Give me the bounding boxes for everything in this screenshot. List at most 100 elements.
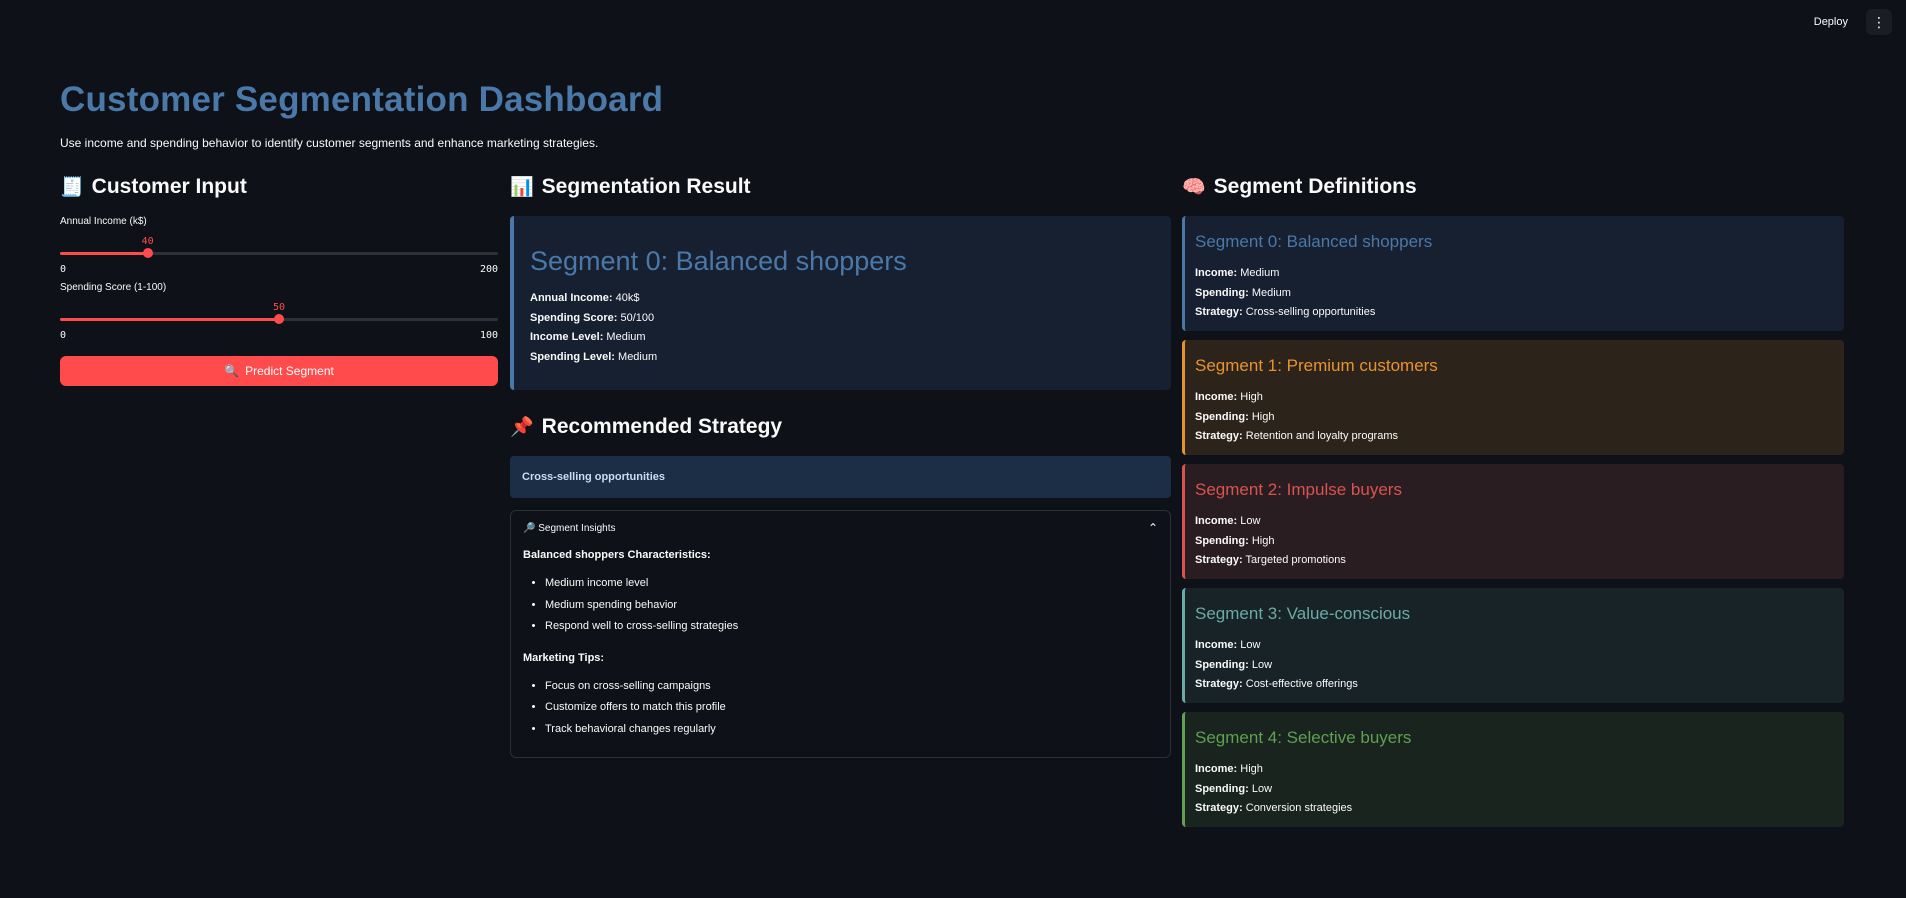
spending-score-slider-thumb[interactable] [274,314,284,324]
spending-key: Spending: [1195,286,1249,299]
segment-card-0: Segment 0: Balanced shoppers Income: Med… [1182,216,1844,331]
strategy-val: Cost-effective offerings [1245,678,1358,690]
page-title: Customer Segmentation Dashboard [60,80,664,119]
segment-card-title: Segment 4: Selective buyers [1195,728,1412,747]
strategy-val: Conversion strategies [1245,802,1353,814]
segment-strategy-row: Strategy: Retention and loyalty programs [1195,427,1844,447]
segment-insights-expander: 🔎 Segment Insights ⌃ Balanced shoppers C… [510,510,1171,758]
top-toolbar: Deploy ⋮ [1806,0,1906,44]
segment-income-row: Income: Medium [1195,264,1844,284]
list-item: Track behavioral changes regularly [545,719,1158,741]
segment-strategy-row: Strategy: Conversion strategies [1195,799,1844,819]
segment-definitions-heading-text: Segment Definitions [1213,175,1417,198]
spending-score-val: 50/100 [620,311,655,324]
segment-income-row: Income: Low [1195,636,1844,656]
segment-card-2: Segment 2: Impulse buyers Income: Low Sp… [1182,464,1844,579]
characteristics-list: Medium income level Medium spending beha… [523,573,1158,638]
customer-input-column: 🧾 Customer Input Annual Income (k$) 40 0… [60,172,498,386]
income-val: Low [1240,515,1261,527]
spending-level-val: Medium [618,350,658,363]
strategy-key: Strategy: [1195,678,1243,690]
strategy-key: Strategy: [1195,306,1243,318]
deploy-button[interactable]: Deploy [1806,10,1856,34]
income-val: High [1240,763,1263,775]
income-val: Medium [1240,267,1280,279]
segment-result-card: Segment 0: Balanced shoppers Annual Inco… [510,216,1171,390]
spending-key: Spending: [1195,534,1249,547]
strategy-key: Strategy: [1195,554,1243,566]
spending-score-row: Spending Score: 50/100 [530,309,1155,329]
spending-score-slider[interactable]: 50 0 100 [60,296,498,344]
annual-income-value: 40 [141,236,154,247]
recommended-strategy-heading: 📌 Recommended Strategy [510,412,1171,442]
segment-spending-row: Spending: Medium [1195,284,1844,304]
segment-card-1: Segment 1: Premium customers Income: Hig… [1182,340,1844,455]
page-subtitle: Use income and spending behavior to iden… [60,136,599,150]
segmentation-result-column: 📊 Segmentation Result Segment 0: Balance… [510,172,1171,758]
segment-spending-row: Spending: Low [1195,656,1844,676]
segment-strategy-row: Strategy: Targeted promotions [1195,551,1844,571]
income-level-val: Medium [606,331,646,343]
slider-fill [60,318,279,321]
segment-insights-toggle[interactable]: 🔎 Segment Insights ⌃ [523,511,1158,545]
spending-key: Spending: [1195,782,1249,795]
annual-income-slider-block: Annual Income (k$) 40 0 200 [60,216,498,278]
spending-score-max: 100 [479,330,498,341]
income-key: Income: [1195,391,1238,403]
income-level-row: Income Level: Medium [530,328,1155,348]
strategy-key: Strategy: [1195,430,1243,442]
segment-income-row: Income: High [1195,388,1844,408]
annual-income-label: Annual Income (k$) [60,216,147,227]
income-val: Low [1240,639,1261,651]
predict-segment-button[interactable]: 🔍 Predict Segment [60,356,498,386]
segment-definitions-heading: 🧠 Segment Definitions [1182,172,1844,202]
segment-card-title: Segment 1: Premium customers [1195,356,1438,375]
spending-key: Spending: [1195,658,1249,671]
spending-level-key: Spending Level: [530,350,615,363]
strategy-val: Cross-selling opportunities [1245,306,1376,318]
spending-val: Medium [1251,286,1291,299]
income-key: Income: [1195,515,1238,527]
segment-card-3: Segment 3: Value-conscious Income: Low S… [1182,588,1844,703]
list-item: Medium income level [545,573,1158,595]
receipt-icon: 🧾 [60,177,84,198]
strategy-val: Targeted promotions [1245,554,1346,566]
segmentation-result-heading: 📊 Segmentation Result [510,172,1171,202]
marketing-tips-title: Marketing Tips: [523,651,605,664]
recommended-strategy-box: Cross-selling opportunities [510,456,1171,498]
marketing-tips-list: Focus on cross-selling campaigns Customi… [523,676,1158,741]
segment-insights-label: Segment Insights [538,522,616,534]
segment-definitions-column: 🧠 Segment Definitions Segment 0: Balance… [1182,172,1844,836]
annual-income-max: 200 [479,264,498,275]
spending-score-value: 50 [272,302,286,313]
segment-card-title: Segment 2: Impulse buyers [1195,480,1402,499]
strategy-val: Retention and loyalty programs [1245,430,1398,442]
list-item: Customize offers to match this profile [545,697,1158,719]
predict-segment-label: Predict Segment [245,364,334,378]
spending-key: Spending: [1195,410,1249,423]
income-key: Income: [1195,267,1238,279]
annual-income-val: 40k$ [615,292,640,304]
income-level-key: Income Level: [530,331,604,343]
magnifier-icon: 🔍 [224,364,240,378]
annual-income-slider[interactable]: 40 0 200 [60,230,498,278]
annual-income-row: Annual Income: 40k$ [530,289,1155,309]
segment-spending-row: Spending: High [1195,532,1844,552]
income-key: Income: [1195,639,1238,651]
list-item: Focus on cross-selling campaigns [545,676,1158,698]
annual-income-slider-thumb[interactable] [142,248,153,258]
bar-chart-icon: 📊 [510,177,534,198]
strategy-key: Strategy: [1195,802,1243,814]
spending-val: Low [1251,782,1273,795]
income-val: High [1240,391,1263,403]
annual-income-key: Annual Income: [530,292,613,304]
spending-score-slider-block: Spending Score (1-100) 50 0 100 [60,282,498,344]
pushpin-icon: 📌 [510,417,534,438]
kebab-menu-icon[interactable]: ⋮ [1866,9,1892,35]
customer-input-heading-text: Customer Input [91,175,247,198]
segment-insights-label-wrap: 🔎 Segment Insights [523,523,616,534]
spending-val: High [1251,534,1275,547]
segment-card-title: Segment 3: Value-conscious [1195,604,1411,623]
chevron-up-icon[interactable]: ⌃ [1148,521,1158,535]
segment-card-4: Segment 4: Selective buyers Income: High… [1182,712,1844,827]
